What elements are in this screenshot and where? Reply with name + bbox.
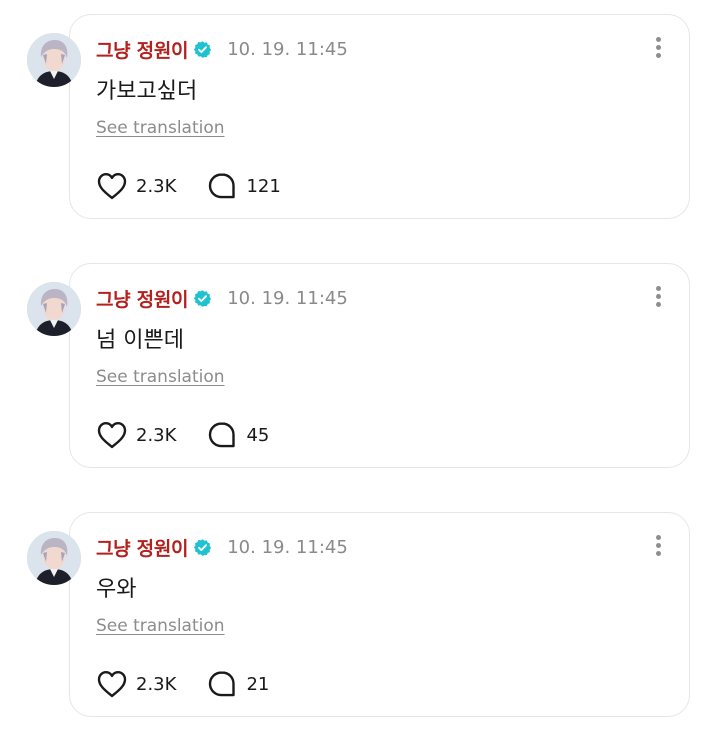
post-item: 그냥 정원이 10. 19. 11:45 우와 See translation … <box>0 512 720 722</box>
avatar[interactable] <box>27 33 81 87</box>
see-translation-link[interactable]: See translation <box>96 367 225 387</box>
more-vertical-icon[interactable] <box>653 286 663 310</box>
like-button[interactable]: 2.3K <box>96 420 176 450</box>
post-actions: 2.3K 121 <box>96 171 281 201</box>
avatar[interactable] <box>27 282 81 336</box>
post-card[interactable]: 그냥 정원이 10. 19. 11:45 가보고싶더 See translati… <box>69 14 690 219</box>
heart-icon <box>96 420 128 450</box>
like-count: 2.3K <box>136 673 177 695</box>
post-actions: 2.3K 45 <box>96 420 269 450</box>
like-button[interactable]: 2.3K <box>96 669 176 699</box>
username[interactable]: 그냥 정원이 <box>96 534 189 561</box>
comment-button[interactable]: 121 <box>206 171 281 201</box>
more-vertical-icon[interactable] <box>653 535 663 559</box>
verified-badge-icon <box>193 40 212 59</box>
timestamp: 10. 19. 11:45 <box>227 536 348 558</box>
see-translation-link[interactable]: See translation <box>96 118 225 138</box>
like-button[interactable]: 2.3K <box>96 171 176 201</box>
post-item: 그냥 정원이 10. 19. 11:45 넘 이쁜데 See translati… <box>0 263 720 473</box>
comment-button[interactable]: 45 <box>206 420 269 450</box>
post-text: 가보고싶더 <box>96 79 198 104</box>
heart-icon <box>96 669 128 699</box>
comment-bubble-icon <box>206 171 238 201</box>
post-item: 그냥 정원이 10. 19. 11:45 가보고싶더 See translati… <box>0 14 720 224</box>
username[interactable]: 그냥 정원이 <box>96 36 189 63</box>
timestamp: 10. 19. 11:45 <box>227 38 348 60</box>
more-vertical-icon[interactable] <box>653 37 663 61</box>
username[interactable]: 그냥 정원이 <box>96 285 189 312</box>
like-count: 2.3K <box>136 424 177 446</box>
like-count: 2.3K <box>136 175 177 197</box>
comment-bubble-icon <box>206 669 238 699</box>
verified-badge-icon <box>193 538 212 557</box>
post-header: 그냥 정원이 10. 19. 11:45 <box>96 36 348 62</box>
post-card[interactable]: 그냥 정원이 10. 19. 11:45 우와 See translation … <box>69 512 690 717</box>
post-card[interactable]: 그냥 정원이 10. 19. 11:45 넘 이쁜데 See translati… <box>69 263 690 468</box>
post-header: 그냥 정원이 10. 19. 11:45 <box>96 285 348 311</box>
post-header: 그냥 정원이 10. 19. 11:45 <box>96 534 348 560</box>
heart-icon <box>96 171 128 201</box>
verified-badge-icon <box>193 289 212 308</box>
comment-count: 121 <box>246 175 281 197</box>
post-actions: 2.3K 21 <box>96 669 269 699</box>
comment-count: 21 <box>246 673 270 695</box>
post-text: 넘 이쁜데 <box>96 328 184 353</box>
timestamp: 10. 19. 11:45 <box>227 287 348 309</box>
post-text: 우와 <box>96 577 137 602</box>
comment-feed: 그냥 정원이 10. 19. 11:45 가보고싶더 See translati… <box>0 0 720 733</box>
see-translation-link[interactable]: See translation <box>96 616 225 636</box>
comment-count: 45 <box>246 424 270 446</box>
comment-bubble-icon <box>206 420 238 450</box>
avatar[interactable] <box>27 531 81 585</box>
comment-button[interactable]: 21 <box>206 669 269 699</box>
